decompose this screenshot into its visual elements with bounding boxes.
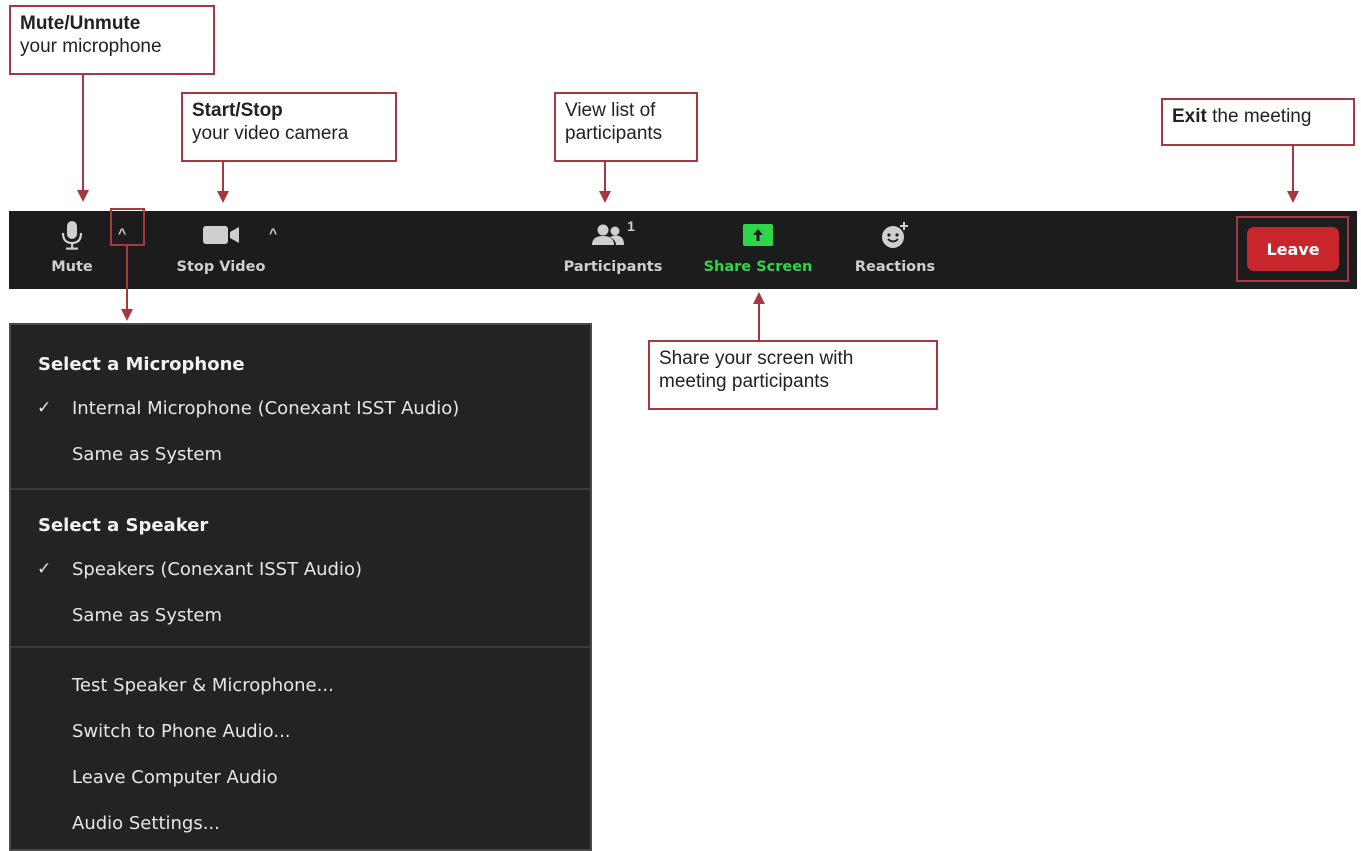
menu-item-speaker-same-as-system[interactable]: Same as System xyxy=(11,592,590,638)
callout-video: Start/Stop your video camera xyxy=(181,92,397,162)
video-options-chevron-up-icon[interactable]: ^ xyxy=(269,225,277,241)
menu-item-microphone-same-as-system[interactable]: Same as System xyxy=(11,431,590,477)
callout-share-line2: meeting participants xyxy=(659,371,830,392)
arrow-video-head xyxy=(217,191,229,203)
callout-exit-bold: Exit xyxy=(1172,106,1207,127)
mute-label: Mute xyxy=(51,259,93,275)
microphone-heading: Select a Microphone xyxy=(38,354,245,375)
share-screen-button[interactable]: Share Screen xyxy=(701,211,815,289)
share-screen-arrow-icon xyxy=(742,220,774,250)
callout-share-line1: Share your screen with xyxy=(659,348,854,369)
stop-video-label: Stop Video xyxy=(176,259,266,275)
share-screen-label: Share Screen xyxy=(703,259,813,275)
menu-item-label: Speakers (Conexant ISST Audio) xyxy=(72,558,363,580)
arrow-caret-head xyxy=(121,309,133,321)
callout-video-text: your video camera xyxy=(192,123,349,144)
menu-item-label: Leave Computer Audio xyxy=(72,766,278,788)
callout-participants-line1: View list of xyxy=(565,100,656,121)
callout-participants: View list of participants xyxy=(554,92,698,162)
menu-item-label: Test Speaker & Microphone... xyxy=(72,674,334,696)
meeting-toolbar: Mute ^ Stop Video ^ 1 Participants Share… xyxy=(9,211,1357,289)
speaker-section: Select a Speaker ✓ Speakers (Conexant IS… xyxy=(11,490,590,648)
emoji-reaction-icon xyxy=(880,220,910,250)
menu-item-label: Switch to Phone Audio... xyxy=(72,720,291,742)
microphone-section: Select a Microphone ✓ Internal Microphon… xyxy=(11,325,590,490)
menu-item-internal-microphone[interactable]: ✓ Internal Microphone (Conexant ISST Aud… xyxy=(11,385,590,431)
arrow-video-line xyxy=(222,162,224,192)
leave-button[interactable]: Leave xyxy=(1247,227,1339,271)
menu-item-label: Audio Settings... xyxy=(72,812,220,834)
participants-count: 1 xyxy=(627,218,635,234)
callout-mute: Mute/Unmute your microphone xyxy=(9,5,215,75)
audio-caret-highlight xyxy=(110,208,145,246)
participants-icon: 1 xyxy=(591,218,635,250)
callout-exit: Exit the meeting xyxy=(1161,98,1355,146)
speaker-heading: Select a Speaker xyxy=(38,515,209,536)
menu-item-speakers[interactable]: ✓ Speakers (Conexant ISST Audio) xyxy=(11,546,590,592)
audio-options-menu: Select a Microphone ✓ Internal Microphon… xyxy=(9,323,592,851)
menu-item-leave-computer-audio[interactable]: Leave Computer Audio xyxy=(11,754,590,800)
callout-participants-line2: participants xyxy=(565,123,663,144)
check-icon: ✓ xyxy=(37,559,52,579)
arrow-exit-line xyxy=(1292,146,1294,192)
callout-mute-bold: Mute/Unmute xyxy=(20,13,141,34)
callout-video-bold: Start/Stop xyxy=(192,100,283,121)
participants-label: Participants xyxy=(563,259,663,275)
reactions-button[interactable]: Reactions xyxy=(851,211,939,289)
callout-share: Share your screen with meeting participa… xyxy=(648,340,938,410)
menu-item-audio-settings[interactable]: Audio Settings... xyxy=(11,800,590,846)
menu-item-label: Same as System xyxy=(72,443,223,465)
arrow-exit-head xyxy=(1287,191,1299,203)
menu-item-label: Internal Microphone (Conexant ISST Audio… xyxy=(72,397,460,419)
mute-button[interactable]: Mute xyxy=(45,211,99,289)
stop-video-button[interactable]: Stop Video xyxy=(169,211,273,289)
check-icon: ✓ xyxy=(37,398,52,418)
arrow-mute-head xyxy=(77,190,89,202)
callout-mute-text: your microphone xyxy=(20,36,162,57)
arrow-mute-line xyxy=(82,75,84,191)
menu-item-test-speaker-microphone[interactable]: Test Speaker & Microphone... xyxy=(11,662,590,708)
arrow-caret-line xyxy=(126,246,128,310)
menu-item-switch-to-phone-audio[interactable]: Switch to Phone Audio... xyxy=(11,708,590,754)
audio-actions-section: Test Speaker & Microphone... Switch to P… xyxy=(11,648,590,846)
reactions-label: Reactions xyxy=(854,259,936,275)
arrow-participants-head xyxy=(599,191,611,203)
arrow-share-line xyxy=(758,303,760,341)
video-camera-icon xyxy=(201,220,241,250)
participants-button[interactable]: 1 Participants xyxy=(561,211,665,289)
callout-exit-text: the meeting xyxy=(1206,106,1312,127)
arrow-participants-line xyxy=(604,162,606,192)
microphone-icon xyxy=(61,220,83,250)
menu-item-label: Same as System xyxy=(72,604,223,626)
